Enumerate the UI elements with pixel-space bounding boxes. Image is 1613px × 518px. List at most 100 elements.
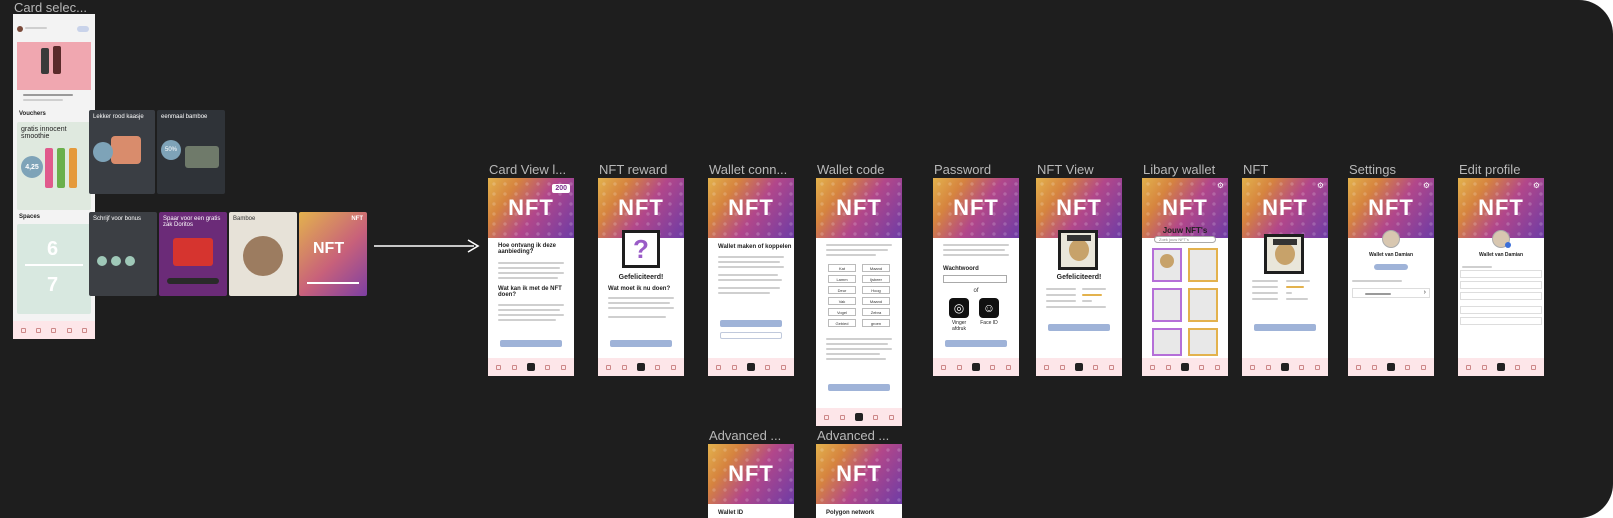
nft-image	[1058, 230, 1098, 270]
bottom-nav[interactable]	[708, 358, 794, 376]
nft-header: NFT	[708, 444, 794, 504]
mystery-nft: ?	[622, 230, 660, 268]
nft-slot[interactable]	[1152, 248, 1182, 282]
wallet-code-frame[interactable]: NFT Kat Maand Lamm Ijsbeer Deur Hoog Vak Maand V…	[816, 178, 902, 426]
frame-label-password[interactable]: Password	[934, 162, 991, 177]
settings-icon: ⚙	[1216, 181, 1224, 190]
frame-label-card-select[interactable]: Card selec...	[14, 0, 87, 15]
view-button[interactable]	[1254, 324, 1316, 331]
nft-header: NFT ⚙	[1348, 178, 1434, 238]
voucher-card-cheese[interactable]: Lekker rood kaasje	[89, 110, 155, 194]
what-heading: Wat kan ik met de NFT doen?	[498, 286, 562, 298]
arrow-right-icon	[374, 238, 482, 259]
profile-field[interactable]	[1460, 306, 1542, 314]
advanced-frame-2[interactable]: NFT Polygon network	[816, 444, 902, 518]
bottom-nav[interactable]	[488, 358, 574, 376]
frame-label-advanced-1[interactable]: Advanced ...	[709, 428, 781, 443]
create-wallet-button[interactable]	[720, 320, 782, 327]
frame-label-wallet-code[interactable]: Wallet code	[817, 162, 884, 177]
password-label: Wachtwoord	[943, 266, 979, 272]
settings-icon: ⚙	[1422, 181, 1430, 190]
profile-field[interactable]	[1460, 292, 1542, 300]
card-view-frame[interactable]: NFT 200 Hoe ontvang ik deze aanbieding? W…	[488, 178, 574, 376]
recovery-word: Gebied	[828, 319, 856, 327]
advanced-frame-1[interactable]: NFT Wallet ID	[708, 444, 794, 518]
recovery-word: Ijsbeer	[862, 275, 890, 283]
bottom-nav[interactable]	[1142, 358, 1228, 376]
recovery-word: Deur	[828, 286, 856, 294]
primary-button[interactable]	[500, 340, 562, 347]
view-button[interactable]	[1048, 324, 1110, 331]
frame-label-library-wallet[interactable]: Libary wallet	[1143, 162, 1215, 177]
fingerprint-icon[interactable]: ◎	[949, 298, 969, 318]
bottom-nav[interactable]	[13, 321, 95, 339]
congrats-title: Gefeliciteerd!	[1056, 274, 1102, 281]
bottom-nav[interactable]	[1036, 358, 1122, 376]
card-select-frame[interactable]: Vouchers gratis innocent smoothie 4,25 S…	[13, 14, 95, 339]
edit-avatar-icon[interactable]	[1505, 242, 1511, 248]
nft-slot[interactable]	[1152, 288, 1182, 322]
recovery-word: groen	[862, 319, 890, 327]
password-input[interactable]	[943, 275, 1007, 283]
frame-label-advanced-2[interactable]: Advanced ...	[817, 428, 889, 443]
frame-label-nft[interactable]: NFT	[1243, 162, 1268, 177]
nft-header: NFT 200	[488, 178, 574, 238]
avatar[interactable]	[1382, 230, 1400, 248]
frame-label-card-view[interactable]: Card View l...	[489, 162, 566, 177]
nft-frame[interactable]: NFT ⚙	[1242, 178, 1328, 376]
frame-label-nft-view[interactable]: NFT View	[1037, 162, 1094, 177]
face-id-icon[interactable]: ☺	[979, 298, 999, 318]
frame-label-settings[interactable]: Settings	[1349, 162, 1396, 177]
settings-icon: ⚙	[1532, 181, 1540, 190]
nft-slot[interactable]	[1188, 328, 1218, 356]
profile-field[interactable]	[1460, 270, 1542, 278]
nft-slot[interactable]	[1152, 328, 1182, 356]
profile-field[interactable]	[1460, 317, 1542, 325]
space-card-nft[interactable]: NFT NFT	[299, 212, 367, 296]
confirm-button[interactable]	[828, 384, 890, 391]
connect-wallet-button[interactable]	[720, 332, 782, 339]
frame-label-nft-reward[interactable]: NFT reward	[599, 162, 667, 177]
voucher-card-bamboe[interactable]: eenmaal bamboe 50%	[157, 110, 225, 194]
edit-profile-button[interactable]	[1374, 264, 1408, 270]
chevron-right-icon: ›	[1423, 289, 1426, 296]
bottom-nav[interactable]	[1348, 358, 1434, 376]
points-pill[interactable]	[77, 26, 89, 32]
nft-header: NFT	[816, 444, 902, 504]
nft-reward-frame[interactable]: NFT ? Gefeliciteerd! Wat moet ik nu doen…	[598, 178, 684, 376]
how-heading: Hoe ontvang ik deze aanbieding?	[498, 243, 557, 255]
login-button[interactable]	[945, 340, 1007, 347]
bottom-nav[interactable]	[598, 358, 684, 376]
settings-row[interactable]: ›	[1352, 288, 1430, 298]
or-label: of	[973, 288, 979, 294]
frame-label-wallet-connect[interactable]: Wallet conn...	[709, 162, 787, 177]
nft-view-frame[interactable]: NFT Gefeliciteerd!	[1036, 178, 1122, 376]
recovery-word: Kat	[828, 264, 856, 272]
library-wallet-frame[interactable]: NFT ⚙ Jouw NFT's Zoek jouw NFT's	[1142, 178, 1228, 376]
edit-profile-frame[interactable]: NFT ⚙ Wallet van Damian	[1458, 178, 1544, 376]
password-frame[interactable]: NFT Wachtwoord of ◎ ☺ Vinger afdruk Face…	[933, 178, 1019, 376]
spaces-card[interactable]: 6 7	[17, 224, 91, 314]
frame-label-edit-profile[interactable]: Edit profile	[1459, 162, 1520, 177]
space-card-knives[interactable]: Schrijf voor bonus	[89, 212, 157, 296]
bottom-nav[interactable]	[1242, 358, 1328, 376]
settings-frame[interactable]: NFT ⚙ Wallet van Damian ›	[1348, 178, 1434, 376]
profile-field[interactable]	[1460, 281, 1542, 289]
library-search-input[interactable]: Zoek jouw NFT's	[1154, 236, 1216, 243]
bottom-nav[interactable]	[816, 408, 902, 426]
design-canvas[interactable]: Card selec... Card View l... NFT reward …	[0, 0, 1613, 518]
voucher-card[interactable]: gratis innocent smoothie 4,25	[17, 122, 91, 210]
bottom-nav[interactable]	[1458, 358, 1544, 376]
space-card-doritos[interactable]: Spaar voor een gratis zak Doritos	[159, 212, 227, 296]
bottom-nav[interactable]	[933, 358, 1019, 376]
face-id-label: Face ID	[980, 320, 998, 326]
nft-slot[interactable]	[1188, 288, 1218, 322]
recovery-word: Vak	[828, 297, 856, 305]
polygon-heading: Polygon network	[826, 510, 875, 516]
recovery-word: Vogel	[828, 308, 856, 316]
hero-banner[interactable]	[17, 42, 91, 90]
primary-button[interactable]	[610, 340, 672, 347]
space-card-bamboe[interactable]: Bamboe	[229, 212, 297, 296]
nft-slot[interactable]	[1188, 248, 1218, 282]
wallet-connect-frame[interactable]: NFT Wallet maken of koppelen	[708, 178, 794, 376]
